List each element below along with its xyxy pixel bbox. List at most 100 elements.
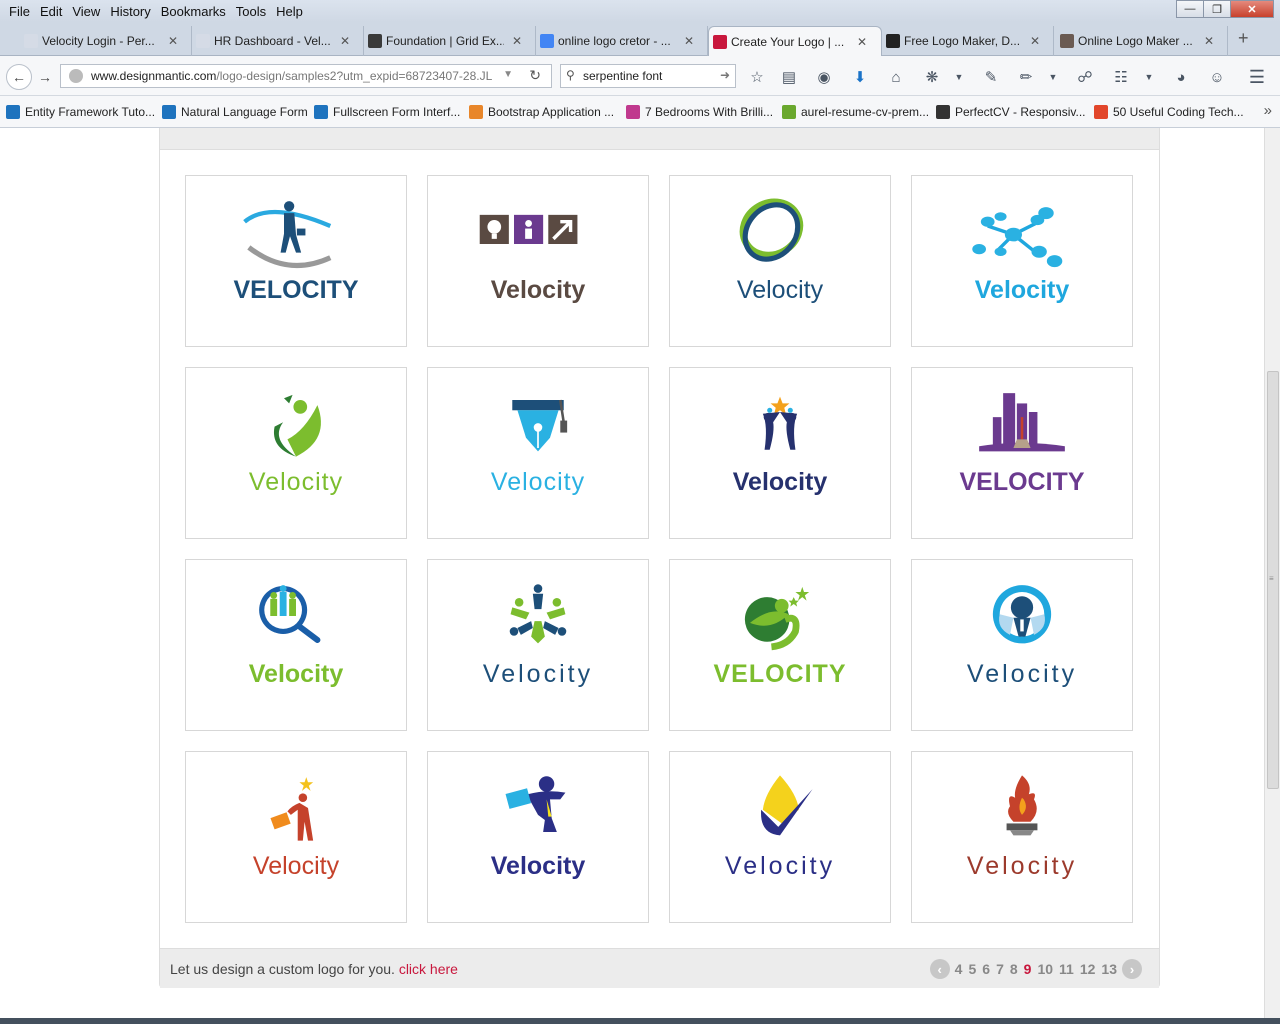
new-tab-plus-icon[interactable]: +: [1238, 28, 1249, 49]
tab-strip: Velocity Login - Per... ✕ HR Dashboard - V…: [0, 22, 1280, 56]
tab-6[interactable]: Free Logo Maker, D... ✕: [882, 26, 1054, 56]
bookmark-item[interactable]: Bootstrap Application ...: [469, 105, 614, 119]
bookmark-item[interactable]: aurel-resume-cv-prem...: [782, 105, 929, 119]
page-number-link[interactable]: 13: [1101, 961, 1117, 977]
bookmark-item[interactable]: 50 Useful Coding Tech...: [1094, 105, 1244, 119]
next-page-icon[interactable]: ›: [1122, 959, 1142, 979]
bookmark-item[interactable]: PerfectCV - Responsiv...: [936, 105, 1086, 119]
logo-card[interactable]: Velocity: [427, 175, 649, 347]
tab-5[interactable]: Create Your Logo | ... ✕: [708, 26, 882, 56]
bookmark-item[interactable]: 7 Bedrooms With Brilli...: [626, 105, 773, 119]
logo-wordmark: Velocity: [252, 852, 340, 880]
tab-1[interactable]: Velocity Login - Per... ✕: [20, 26, 192, 56]
tab-close-icon[interactable]: ✕: [1030, 34, 1040, 48]
logo-card[interactable]: Velocity: [427, 559, 649, 731]
logo-card[interactable]: Velocity: [669, 175, 891, 347]
logo-card[interactable]: Velocity: [669, 367, 891, 539]
rings-globe-icon: [739, 198, 804, 262]
page-number-link[interactable]: 4: [955, 961, 963, 977]
logo-card[interactable]: Velocity: [911, 175, 1133, 347]
tab-close-icon[interactable]: ✕: [684, 34, 694, 48]
tab-favicon-icon: [713, 35, 727, 49]
back-button[interactable]: ←: [6, 64, 32, 90]
clipboard-dropdown-icon[interactable]: ▼: [1140, 68, 1158, 86]
bookmarks-overflow-icon[interactable]: »: [1264, 102, 1272, 119]
color-wheel-icon[interactable]: ◕: [1172, 68, 1190, 86]
restore-icon[interactable]: ❐: [1203, 0, 1231, 18]
hamburger-menu-icon[interactable]: ☰: [1248, 67, 1266, 87]
logo-card[interactable]: VELOCITY: [185, 175, 407, 347]
tab-3[interactable]: Foundation | Grid Ex... ✕: [364, 26, 536, 56]
logo-card[interactable]: Velocity: [427, 367, 649, 539]
menu-file[interactable]: File: [4, 4, 35, 19]
tab-close-icon[interactable]: ✕: [857, 35, 867, 49]
reading-list-icon[interactable]: ▤: [780, 68, 798, 86]
logo-wordmark: VELOCITY: [713, 660, 847, 688]
menu-history[interactable]: History: [105, 4, 155, 19]
tab-close-icon[interactable]: ✕: [340, 34, 350, 48]
bookmark-favicon-icon: [469, 105, 483, 119]
page-number-link[interactable]: 10: [1037, 961, 1053, 977]
close-window-icon[interactable]: ✕: [1230, 0, 1274, 18]
vertical-scrollbar[interactable]: ≡: [1264, 128, 1280, 1018]
taskbar-edge: [0, 1018, 1280, 1024]
bookmark-item[interactable]: Entity Framework Tuto...: [6, 105, 155, 119]
url-dropdown-icon[interactable]: ▼: [503, 69, 513, 80]
tab-close-icon[interactable]: ✕: [168, 34, 178, 48]
tab-4[interactable]: online logo cretor - ... ✕: [536, 26, 708, 56]
menu-tools[interactable]: Tools: [231, 4, 271, 19]
bookmark-item[interactable]: Natural Language Form: [162, 105, 308, 119]
search-go-icon[interactable]: ➜: [720, 68, 730, 82]
chat-icon[interactable]: ☺: [1208, 68, 1226, 86]
site-identity-icon[interactable]: [69, 69, 83, 83]
page-number-link[interactable]: 5: [968, 961, 976, 977]
bookmark-item[interactable]: Fullscreen Form Interf...: [314, 105, 460, 119]
logo-card[interactable]: Velocity: [669, 751, 891, 923]
logo-card[interactable]: Velocity: [427, 751, 649, 923]
pocket-icon[interactable]: ◉: [815, 68, 833, 86]
page-content: VELOCITY Velocity Velocity Velocity Velocity…: [0, 128, 1264, 1018]
bookmark-star-icon[interactable]: ☆: [748, 68, 766, 86]
tab-7[interactable]: Online Logo Maker ... ✕: [1056, 26, 1228, 56]
menu-bookmarks[interactable]: Bookmarks: [156, 4, 231, 19]
logo-card[interactable]: Velocity: [185, 367, 407, 539]
logo-card[interactable]: Velocity: [911, 751, 1133, 923]
tab-close-icon[interactable]: ✕: [512, 34, 522, 48]
clipboard-icon[interactable]: ☷: [1112, 68, 1130, 86]
logo-card[interactable]: Velocity: [911, 559, 1133, 731]
menu-help[interactable]: Help: [271, 4, 308, 19]
minimize-icon[interactable]: —: [1176, 0, 1204, 18]
download-icon[interactable]: ⬇: [851, 68, 869, 86]
search-input[interactable]: ⚲ serpentine font ➜: [560, 64, 736, 88]
page-number-link[interactable]: 6: [982, 961, 990, 977]
home-icon[interactable]: ⌂: [887, 68, 905, 86]
menu-edit[interactable]: Edit: [35, 4, 67, 19]
forward-button[interactable]: →: [34, 64, 56, 90]
page-number-link[interactable]: 8: [1010, 961, 1018, 977]
reload-icon[interactable]: ↻: [529, 67, 541, 84]
pen-tool-icon[interactable]: ✎: [982, 68, 1000, 86]
page-number-link[interactable]: 11: [1059, 961, 1074, 977]
custom-logo-text: Let us design a custom logo for you.: [170, 961, 395, 977]
click-here-link[interactable]: click here: [399, 961, 458, 977]
page-number-link[interactable]: 9: [1024, 961, 1032, 977]
logo-card[interactable]: Velocity: [185, 559, 407, 731]
menu-view[interactable]: View: [67, 4, 105, 19]
share-nodes-icon[interactable]: ☍: [1076, 68, 1094, 86]
page-number-link[interactable]: 7: [996, 961, 1004, 977]
scrollbar-grip-icon: ≡: [1269, 574, 1274, 583]
tab-title: Online Logo Maker ...: [1078, 34, 1193, 48]
logo-card[interactable]: VELOCITY: [911, 367, 1133, 539]
tab-2[interactable]: HR Dashboard - Vel... ✕: [192, 26, 364, 56]
prev-page-icon[interactable]: ‹: [929, 959, 950, 979]
tab-close-icon[interactable]: ✕: [1204, 34, 1214, 48]
extension-dropdown-icon[interactable]: ▼: [950, 68, 968, 86]
eyedropper-dropdown-icon[interactable]: ▼: [1044, 68, 1062, 86]
logo-card[interactable]: VELOCITY: [669, 559, 891, 731]
logo-card[interactable]: Velocity: [185, 751, 407, 923]
extension-bug-icon[interactable]: ❋: [923, 68, 941, 86]
eyedropper-icon[interactable]: ✏: [1017, 68, 1035, 86]
address-bar[interactable]: www.designmantic.com/logo-design/samples…: [60, 64, 552, 88]
runner-briefcase-icon: [505, 776, 566, 832]
page-number-link[interactable]: 12: [1080, 961, 1096, 977]
